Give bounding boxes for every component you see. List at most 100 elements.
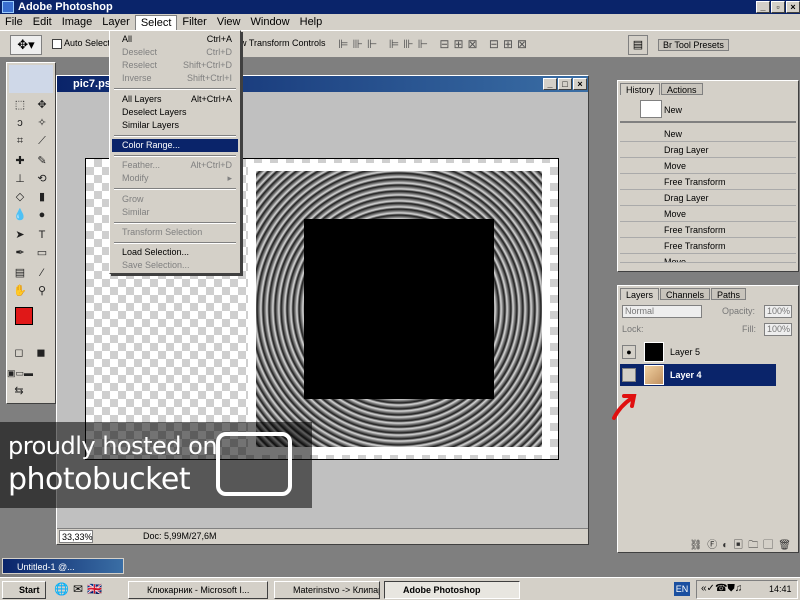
layer-row-layer5[interactable]: ● Layer 5: [620, 341, 774, 363]
close-button[interactable]: ×: [786, 1, 800, 13]
menu-item-inverse[interactable]: Inverse Shift+Ctrl+I: [112, 72, 238, 85]
menu-item-modify[interactable]: Modify ▸: [112, 172, 238, 185]
auto-select-checkbox[interactable]: [52, 39, 62, 49]
tray-icons[interactable]: «✓☎⛊♫: [701, 583, 742, 594]
history-snapshot[interactable]: New: [620, 97, 796, 123]
stamp-tool-icon[interactable]: ⊥: [10, 171, 30, 188]
start-button[interactable]: Start: [2, 581, 46, 599]
language-indicator[interactable]: EN: [674, 582, 690, 596]
screen-mode-icons[interactable]: ▣▭▬: [7, 365, 33, 382]
doc-minimize-button[interactable]: _: [543, 78, 557, 90]
blur-tool-icon[interactable]: 💧: [10, 207, 30, 224]
eye-toggle[interactable]: [622, 368, 636, 382]
history-item[interactable]: Free Transform: [620, 223, 796, 238]
foreground-color-swatch[interactable]: [15, 307, 33, 325]
slice-tool-icon[interactable]: ⟋: [32, 133, 52, 150]
history-item[interactable]: Move: [620, 255, 796, 263]
restore-button[interactable]: ▫: [771, 1, 785, 13]
type-tool-icon[interactable]: T: [32, 227, 52, 244]
quick-mask-icon[interactable]: ◼: [31, 345, 51, 362]
menu-layer[interactable]: Layer: [97, 14, 135, 30]
menu-item-similar[interactable]: Similar: [112, 206, 238, 219]
layer-row-layer4[interactable]: Layer 4: [620, 364, 776, 386]
history-item[interactable]: Drag Layer: [620, 191, 796, 206]
eraser-tool-icon[interactable]: ◇: [10, 189, 30, 206]
menu-select[interactable]: Select: [134, 14, 178, 30]
hand-tool-icon[interactable]: ✋: [10, 283, 30, 300]
menu-item-color-range[interactable]: Color Range...: [112, 139, 238, 152]
eyedropper-icon[interactable]: ⁄: [32, 265, 52, 282]
menu-item-feather[interactable]: Feather... Alt+Ctrl+D: [112, 159, 238, 172]
fill-field[interactable]: 100%: [764, 323, 792, 336]
imageready-icon[interactable]: ⇆: [9, 383, 29, 400]
move-tool-icon[interactable]: ✥: [32, 97, 52, 114]
opacity-label: Opacity:: [722, 306, 756, 316]
taskbar-button-materinstvo[interactable]: Materinstvo -> Клипарт...: [274, 581, 380, 599]
layers-panel: Layers Channels Paths Normal Opacity: 10…: [612, 285, 799, 555]
menu-file[interactable]: File: [0, 14, 28, 30]
layers-footer-icons[interactable]: ⛓Ⓕ◐▣🗀▢🗑: [620, 536, 796, 555]
untitled-minimized-window[interactable]: Untitled-1 @...: [2, 558, 124, 574]
gradient-tool-icon[interactable]: ▮: [32, 189, 52, 206]
palette-well-icon[interactable]: ▤: [628, 35, 648, 55]
history-brush-icon[interactable]: ⟲: [32, 171, 52, 188]
history-item[interactable]: Free Transform: [620, 239, 796, 254]
camera-logo-icon: [216, 432, 292, 496]
eye-icon[interactable]: ●: [622, 345, 636, 359]
history-item[interactable]: Drag Layer: [620, 143, 796, 158]
tab-channels[interactable]: Channels: [660, 288, 711, 300]
crop-tool-icon[interactable]: ⌗: [10, 133, 30, 150]
standard-mode-icon[interactable]: ◻: [9, 345, 29, 362]
minimize-button[interactable]: _: [756, 1, 770, 13]
taskbar-button-photoshop[interactable]: Adobe Photoshop: [384, 581, 520, 599]
tab-history[interactable]: History: [620, 83, 661, 95]
menu-item-load-selection[interactable]: Load Selection...: [112, 246, 238, 259]
doc-maximize-button[interactable]: □: [558, 78, 572, 90]
history-item[interactable]: New: [620, 127, 796, 142]
marquee-tool-icon[interactable]: ⬚: [10, 97, 30, 114]
tab-layers[interactable]: Layers: [620, 288, 660, 300]
zoom-tool-icon[interactable]: ⚲: [32, 283, 52, 300]
shape-tool-icon[interactable]: ▭: [32, 245, 52, 262]
healing-brush-icon[interactable]: ✚: [10, 153, 30, 170]
menu-item-deselect-layers[interactable]: Deselect Layers: [112, 106, 238, 119]
history-item[interactable]: Move: [620, 207, 796, 222]
menu-item-all[interactable]: All Ctrl+A: [112, 33, 238, 46]
blend-mode-select[interactable]: Normal: [622, 305, 702, 318]
menu-item-save-selection[interactable]: Save Selection...: [112, 259, 238, 272]
menu-item-deselect[interactable]: Deselect Ctrl+D: [112, 46, 238, 59]
history-item[interactable]: Move: [620, 159, 796, 174]
align-icons[interactable]: ⊫⊪⊩ ⊫⊪⊩ ⊟⊞⊠ ⊟⊞⊠: [338, 37, 531, 51]
magic-wand-icon[interactable]: ✧: [32, 115, 52, 132]
menu-item-all-layers[interactable]: All Layers Alt+Ctrl+A: [112, 93, 238, 106]
menu-item-similar-layers[interactable]: Similar Layers: [112, 119, 238, 132]
watermark-line2: photobucket: [8, 462, 191, 497]
lasso-tool-icon[interactable]: ↄ: [10, 115, 30, 132]
taskbar: Start 🌐✉🇬🇧 Клюкарник - Microsoft I... Ma…: [0, 577, 800, 600]
tab-paths[interactable]: Paths: [711, 288, 747, 300]
brush-tool-icon[interactable]: ✎: [32, 153, 52, 170]
menu-edit[interactable]: Edit: [28, 14, 57, 30]
dodge-tool-icon[interactable]: ●: [32, 207, 52, 224]
feather-logo-icon[interactable]: [9, 65, 53, 93]
history-item[interactable]: Free Transform: [620, 175, 796, 190]
doc-close-button[interactable]: ×: [573, 78, 587, 90]
menu-item-reselect[interactable]: Reselect Shift+Ctrl+D: [112, 59, 238, 72]
menu-item-grow[interactable]: Grow: [112, 193, 238, 206]
path-select-icon[interactable]: ➤: [10, 227, 30, 244]
opacity-field[interactable]: 100%: [764, 305, 792, 318]
menu-window[interactable]: Window: [246, 14, 295, 30]
menu-view[interactable]: View: [212, 14, 246, 30]
pen-tool-icon[interactable]: ✒: [10, 245, 30, 262]
menu-help[interactable]: Help: [295, 14, 328, 30]
menu-item-transform-selection[interactable]: Transform Selection: [112, 226, 238, 239]
zoom-field[interactable]: 33,33%: [59, 530, 93, 543]
tab-actions[interactable]: Actions: [661, 83, 703, 95]
menu-image[interactable]: Image: [57, 14, 98, 30]
menu-filter[interactable]: Filter: [177, 14, 211, 30]
quick-launch-icons[interactable]: 🌐✉🇬🇧: [54, 582, 106, 596]
taskbar-button-ie[interactable]: Клюкарник - Microsoft I...: [128, 581, 268, 599]
move-tool-preset-icon[interactable]: ✥▾: [10, 35, 42, 55]
notes-tool-icon[interactable]: ▤: [10, 265, 30, 282]
tool-presets-tab[interactable]: Br Tool Presets: [658, 39, 729, 51]
